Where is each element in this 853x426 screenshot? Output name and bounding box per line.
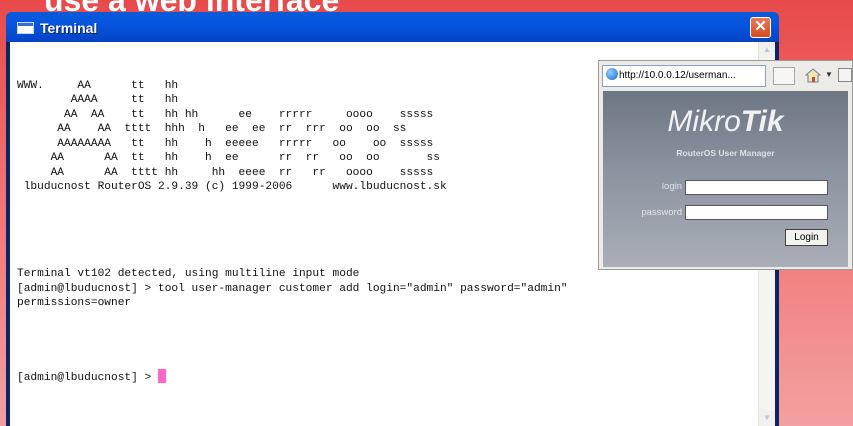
browser-tab[interactable]: http://10.0.0.12/userman... (602, 65, 766, 87)
close-button[interactable]: ✕ (750, 17, 771, 38)
new-tab-button[interactable] (773, 67, 795, 85)
terminal-titlebar[interactable]: Terminal ✕ (6, 12, 779, 42)
login-button[interactable]: Login (785, 229, 828, 246)
tab-url: http://10.0.0.12/userman... (619, 70, 736, 81)
terminal-output: WWW. AA tt hh AAAA tt hh AA AA tt hh hh … (17, 64, 568, 385)
feeds-icon[interactable] (838, 68, 852, 82)
browser-window: http://10.0.0.12/userman... ▼ MikroTik R… (598, 60, 853, 270)
login-label: login (661, 181, 682, 192)
password-label: password (641, 207, 682, 218)
window-title: Terminal (40, 20, 98, 36)
browser-icon (606, 68, 618, 80)
terminal-lines: WWW. AA tt hh AAAA tt hh AA AA tt hh hh … (17, 79, 568, 384)
scroll-down-arrow-icon[interactable]: ▼ (759, 410, 775, 426)
login-input[interactable] (685, 180, 828, 195)
home-icon[interactable] (805, 68, 821, 83)
chevron-down-icon[interactable]: ▼ (825, 70, 833, 79)
scroll-up-arrow-icon[interactable]: ▲ (759, 42, 775, 58)
brand-subtitle: RouterOS User Manager (676, 148, 775, 158)
password-input[interactable] (685, 205, 828, 220)
mikrotik-logo: MikroTik (667, 105, 784, 138)
terminal-cursor (158, 368, 166, 383)
terminal-app-icon (17, 22, 34, 34)
close-icon: ✕ (754, 18, 767, 35)
